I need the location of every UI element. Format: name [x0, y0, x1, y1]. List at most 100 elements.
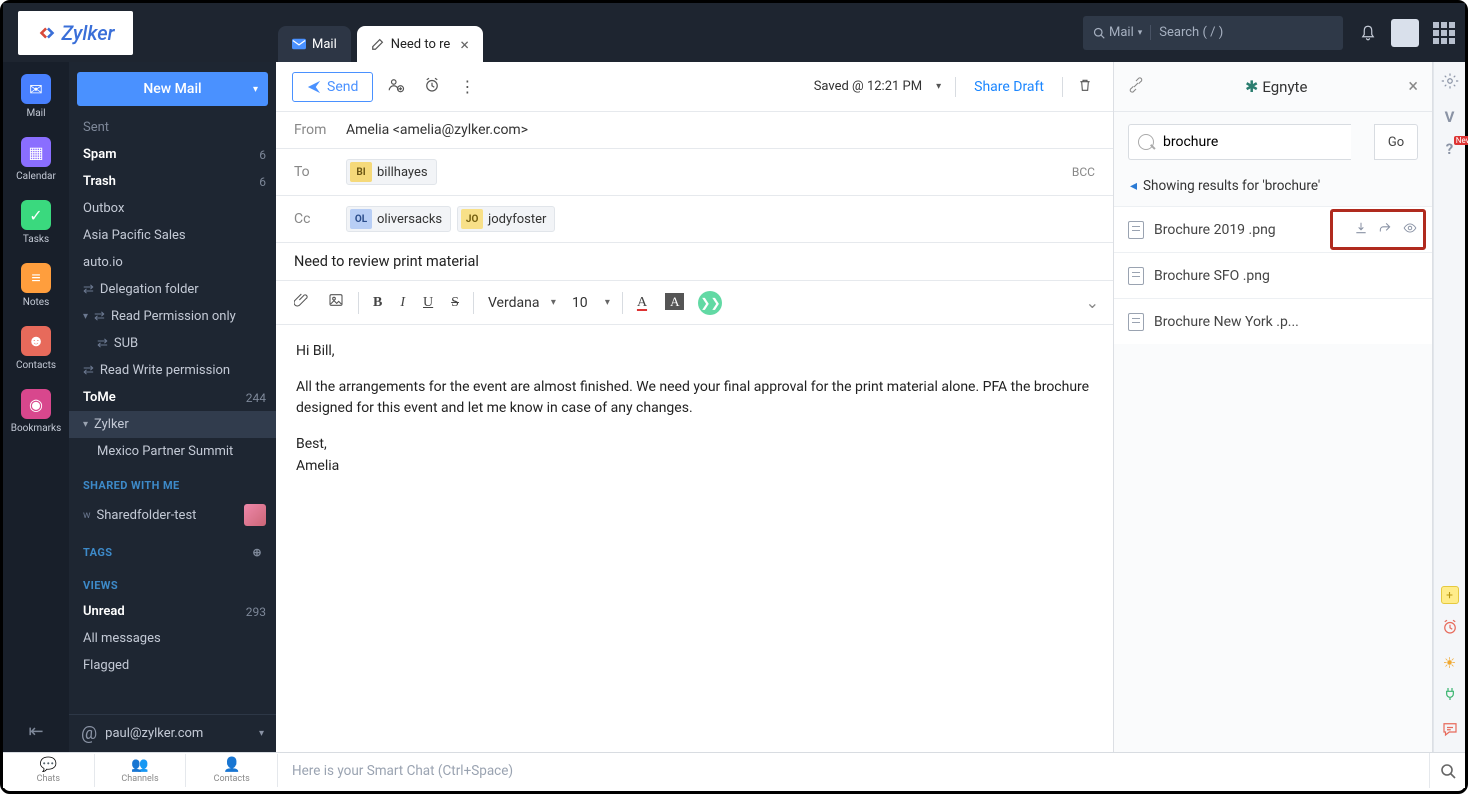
settings-gear-icon[interactable]: [1434, 72, 1465, 94]
reminder-icon[interactable]: [419, 72, 445, 102]
saved-dropdown-icon[interactable]: ▾: [932, 77, 945, 96]
attachment-icon[interactable]: [290, 290, 314, 315]
new-mail-button[interactable]: New Mail▾: [77, 72, 268, 106]
toggle-format-bar-icon[interactable]: ⌄: [1086, 293, 1099, 312]
cc-field[interactable]: Cc OL oliversacks JO jodyfoster: [276, 196, 1113, 243]
underline-icon[interactable]: U: [419, 293, 437, 313]
alarm-widget-icon[interactable]: [1434, 618, 1465, 640]
close-panel-icon[interactable]: ×: [1408, 76, 1418, 97]
folder-spam[interactable]: Spam6: [69, 141, 276, 168]
bell-icon[interactable]: [1359, 24, 1377, 42]
bottom-channels[interactable]: 👥Channels: [95, 754, 187, 787]
brand-logo[interactable]: Zylker: [18, 11, 133, 55]
egnyte-panel: ✱Egnyte × Go ◂ Showing results for 'broc…: [1114, 62, 1433, 752]
rail-tasks[interactable]: ✓Tasks: [21, 200, 51, 245]
folder-delegation[interactable]: ⇄ Delegation folder: [69, 276, 276, 303]
rail-collapse-icon[interactable]: ⇤: [28, 721, 43, 742]
search-placeholder: Search ( / ): [1159, 25, 1223, 40]
more-options-icon[interactable]: ⋮: [455, 73, 479, 100]
to-field[interactable]: To BI billhayes BCC: [276, 149, 1113, 196]
egnyte-search: Go: [1128, 124, 1418, 160]
bold-icon[interactable]: B: [369, 293, 386, 313]
recipient-chip-oliversacks[interactable]: OL oliversacks: [346, 206, 451, 232]
rail-contacts[interactable]: ☻Contacts: [16, 326, 56, 371]
font-size-select[interactable]: 10: [568, 293, 612, 313]
app-rail: ✉Mail ▦Calendar ✓Tasks ≡Notes ☻Contacts …: [3, 62, 69, 752]
egnyte-result-brochure-2019[interactable]: Brochure 2019 .png: [1114, 206, 1432, 252]
egnyte-result-brochure-sfo[interactable]: Brochure SFO .png: [1114, 252, 1432, 298]
from-field: From Amelia <amelia@zylker.com>: [276, 112, 1113, 149]
rail-notes[interactable]: ≡Notes: [21, 263, 51, 308]
egnyte-header: ✱Egnyte ×: [1114, 62, 1432, 112]
recipient-chip-billhayes[interactable]: BI billhayes: [346, 159, 437, 185]
folder-trash[interactable]: Trash6: [69, 168, 276, 195]
view-flagged[interactable]: Flagged: [69, 652, 276, 679]
bottom-search-icon[interactable]: [1429, 753, 1465, 788]
more-format-icon[interactable]: ❯❯: [698, 291, 722, 315]
font-family-select[interactable]: Verdana: [484, 293, 558, 313]
help-icon[interactable]: New ?: [1434, 140, 1465, 158]
folder-aps[interactable]: Asia Pacific Sales: [69, 222, 276, 249]
egnyte-result-brochure-ny[interactable]: Brochure New York .p...: [1114, 298, 1432, 344]
theme-icon[interactable]: ☀: [1434, 654, 1465, 672]
rail-bookmarks[interactable]: ◉Bookmarks: [11, 389, 62, 434]
share-draft-link[interactable]: Share Draft: [966, 79, 1052, 95]
bottom-chats[interactable]: 💬Chats: [3, 754, 95, 787]
tab-mail[interactable]: Mail: [278, 26, 351, 62]
folder-sent[interactable]: Sent: [69, 114, 276, 141]
eye-preview-icon[interactable]: [1402, 221, 1418, 239]
font-color-icon[interactable]: A: [633, 293, 651, 313]
add-tag-icon[interactable]: ⊕: [252, 546, 262, 559]
folder-tome[interactable]: ToMe244: [69, 384, 276, 411]
current-account[interactable]: @ paul@zylker.com ▾: [69, 714, 276, 752]
compose-toolbar: Send ⋮ Saved @ 12:21 PM ▾ Share Draft: [276, 62, 1113, 112]
folder-mexico-summit[interactable]: Mexico Partner Summit: [69, 438, 276, 465]
email-body-editor[interactable]: Hi Bill, All the arrangements for the ev…: [276, 325, 1113, 752]
egnyte-go-button[interactable]: Go: [1374, 124, 1418, 160]
chevron-down-icon[interactable]: ▾: [259, 728, 264, 739]
user-avatar[interactable]: [1391, 19, 1419, 47]
apps-grid-icon[interactable]: [1433, 22, 1455, 44]
egnyte-search-input[interactable]: [1128, 124, 1351, 160]
folder-sub[interactable]: ⇄ SUB: [69, 330, 276, 357]
close-tab-icon[interactable]: ×: [460, 35, 469, 54]
tab-compose-draft[interactable]: Need to re ×: [357, 26, 483, 62]
folder-outbox[interactable]: Outbox: [69, 195, 276, 222]
section-tags: TAGS⊕: [69, 532, 276, 565]
view-all-messages[interactable]: All messages: [69, 625, 276, 652]
folder-zylker[interactable]: ▾ Zylker: [69, 411, 276, 438]
smart-chat-input[interactable]: Here is your Smart Chat (Ctrl+Space): [278, 763, 1429, 779]
eco-plug-icon[interactable]: [1434, 686, 1465, 706]
rail-calendar[interactable]: ▦Calendar: [16, 137, 56, 182]
folder-read-permission[interactable]: ▾⇄ Read Permission only: [69, 303, 276, 330]
delete-draft-icon[interactable]: [1073, 73, 1097, 101]
folder-rw-permission[interactable]: ⇄ Read Write permission: [69, 357, 276, 384]
widget-v-icon[interactable]: V: [1434, 108, 1465, 126]
plug-icon[interactable]: [1128, 77, 1144, 97]
search-scope[interactable]: Mail ▾: [1093, 25, 1151, 40]
sticky-note-icon[interactable]: +: [1441, 586, 1459, 604]
from-value[interactable]: Amelia <amelia@zylker.com>: [346, 122, 528, 138]
send-button[interactable]: Send: [292, 72, 373, 102]
download-icon[interactable]: [1354, 221, 1368, 239]
chevron-down-icon[interactable]: ▾: [253, 84, 258, 95]
egnyte-results-header[interactable]: ◂ Showing results for 'brochure': [1114, 172, 1432, 206]
bottom-contacts[interactable]: 👤Contacts: [186, 754, 278, 787]
tab-strip: Mail Need to re ×: [143, 3, 1083, 62]
view-unread[interactable]: Unread293: [69, 598, 276, 625]
subject-field[interactable]: Need to review print material: [276, 243, 1113, 281]
folder-auto[interactable]: auto.io: [69, 249, 276, 276]
chat-widget-icon[interactable]: [1434, 720, 1465, 742]
recipient-chip-jodyfoster[interactable]: JO jodyfoster: [457, 206, 555, 232]
italic-icon[interactable]: I: [396, 293, 409, 313]
insert-image-icon[interactable]: [324, 290, 348, 315]
back-caret-icon[interactable]: ◂: [1130, 178, 1137, 194]
strikethrough-icon[interactable]: S: [447, 293, 463, 313]
shared-folder-test[interactable]: w Sharedfolder-test: [69, 498, 276, 532]
attach-contact-icon[interactable]: [383, 72, 409, 102]
rail-mail[interactable]: ✉Mail: [21, 74, 51, 119]
bcc-toggle[interactable]: BCC: [1072, 165, 1095, 179]
global-search[interactable]: Mail ▾ Search ( / ): [1083, 16, 1343, 50]
share-arrow-icon[interactable]: [1378, 221, 1392, 239]
bg-color-icon[interactable]: A: [661, 292, 688, 313]
